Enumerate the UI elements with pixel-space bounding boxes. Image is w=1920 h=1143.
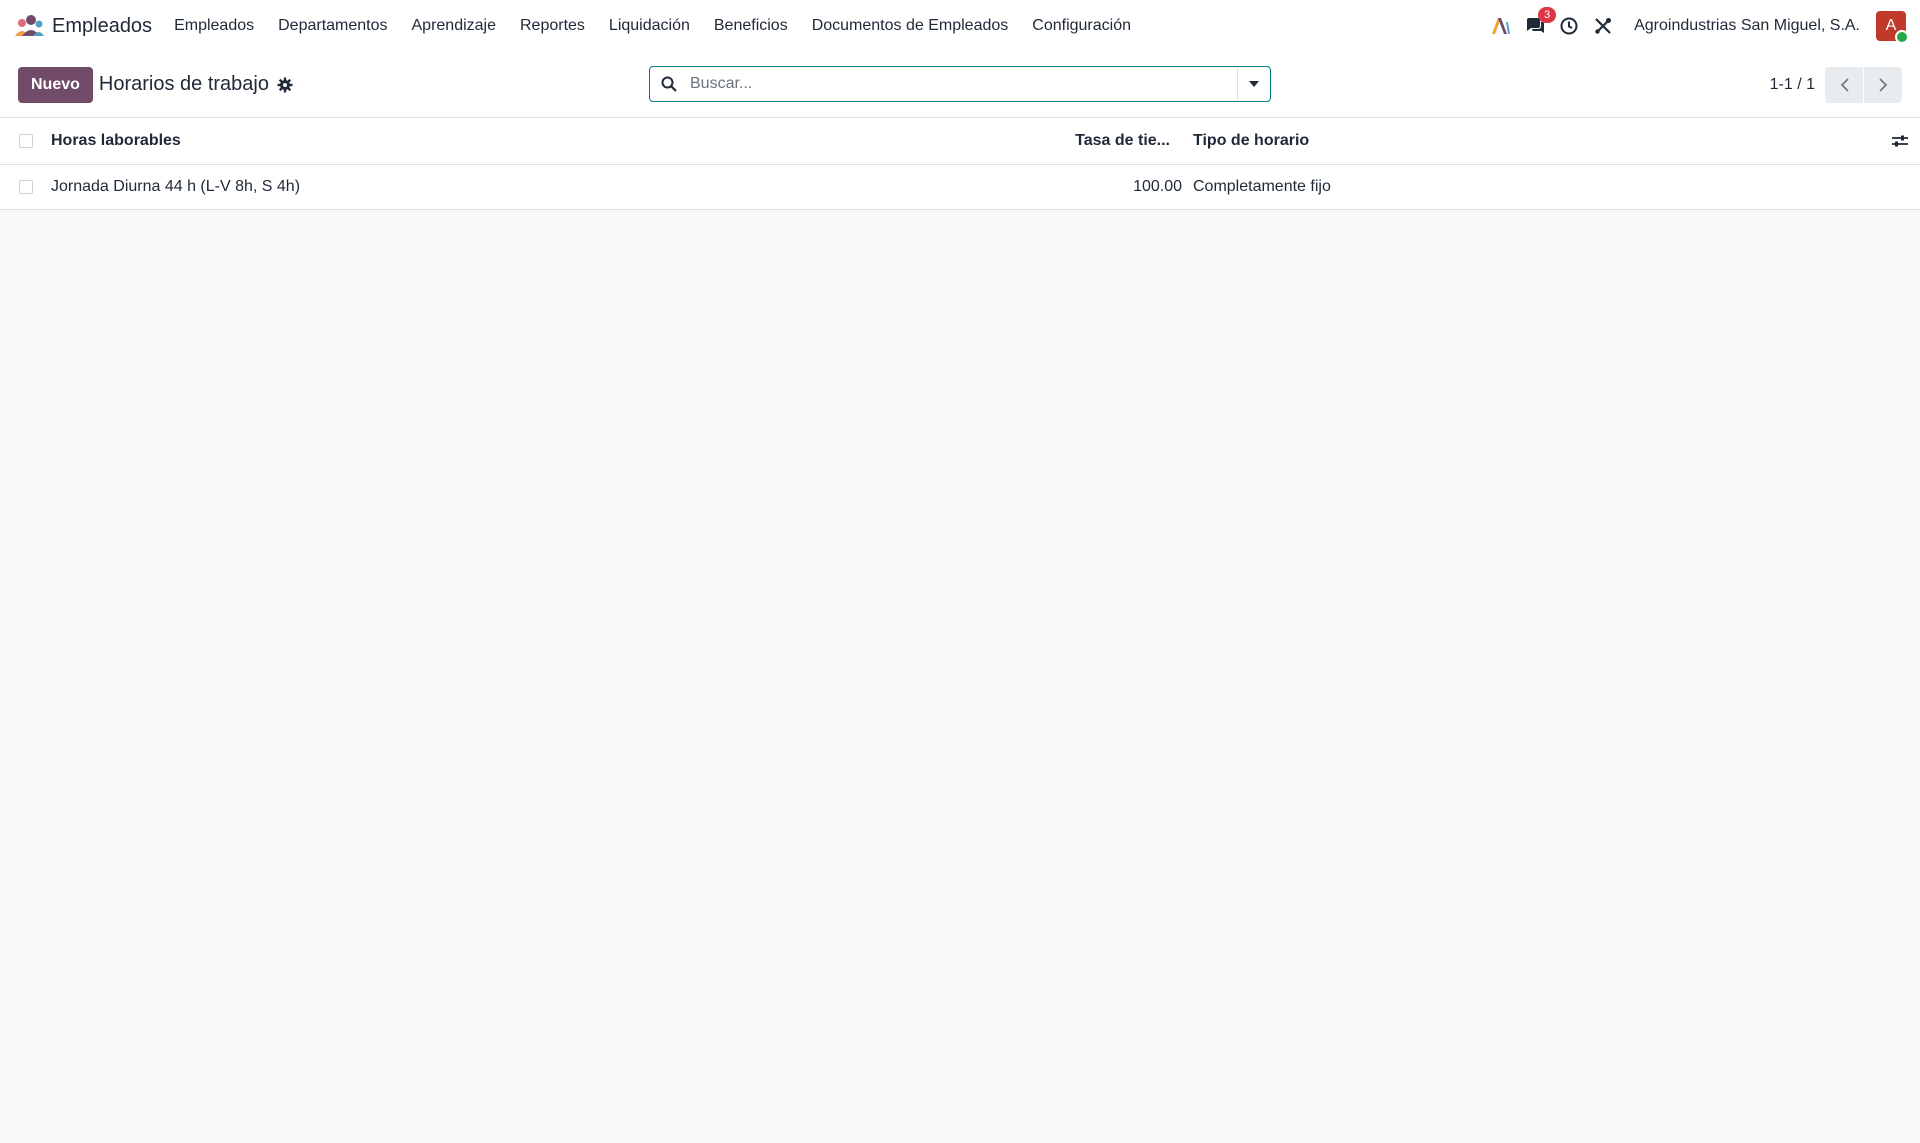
main-menu: Empleados Departamentos Aprendizaje Repo…: [162, 17, 1143, 35]
menu-item-configuracion[interactable]: Configuración: [1020, 17, 1143, 35]
top-navbar: Empleados Empleados Departamentos Aprend…: [0, 0, 1920, 52]
cell-horas-laborables: Jornada Diurna 44 h (L-V 8h, S 4h): [51, 178, 301, 195]
tools-icon[interactable]: [1592, 15, 1614, 37]
optional-columns-icon[interactable]: [1892, 134, 1908, 148]
chevron-right-icon: [1878, 78, 1887, 92]
page-title: Horarios de trabajo: [98, 73, 269, 95]
search-input[interactable]: [688, 66, 1237, 102]
pager: 1-1 / 1: [1770, 67, 1902, 103]
chat-icon[interactable]: 3: [1524, 7, 1557, 37]
search-box: [649, 66, 1271, 102]
search-icon: [650, 76, 688, 92]
menu-item-beneficios[interactable]: Beneficios: [702, 17, 800, 35]
ai-icon[interactable]: [1490, 15, 1512, 37]
online-status-dot: [1895, 30, 1909, 44]
systray: 3 Agroindustrias San Miguel, S.A. A: [1484, 7, 1909, 44]
clock-icon[interactable]: [1558, 15, 1580, 37]
table-row[interactable]: Jornada Diurna 44 h (L-V 8h, S 4h) 100.0…: [0, 165, 1920, 210]
column-header-tipo-horario[interactable]: Tipo de horario: [1193, 132, 1309, 150]
menu-item-liquidacion[interactable]: Liquidación: [597, 17, 702, 35]
app-name: Empleados: [52, 14, 153, 37]
chevron-left-icon: [1840, 78, 1849, 92]
cell-tasa: 100.00: [1133, 178, 1182, 195]
search-options-toggle[interactable]: [1237, 67, 1270, 101]
menu-item-aprendizaje[interactable]: Aprendizaje: [400, 17, 509, 35]
column-header-tasa[interactable]: Tasa de tie...: [1075, 132, 1170, 150]
avatar-initial: A: [1885, 17, 1897, 34]
caret-down-icon: [1249, 81, 1259, 87]
pager-previous-button[interactable]: [1825, 67, 1863, 103]
list-view-table: Horas laborables Tasa de tie... Tipo de …: [0, 118, 1920, 210]
menu-item-empleados[interactable]: Empleados: [162, 17, 266, 35]
employees-app-icon: [15, 15, 44, 36]
control-panel: Nuevo Horarios de trabajo Buscar... 1-1 …: [0, 52, 1920, 118]
column-header-horas-laborables[interactable]: Horas laborables: [51, 132, 181, 150]
breadcrumb: Horarios de trabajo: [99, 73, 293, 96]
cell-tipo-horario: Completamente fijo: [1193, 178, 1331, 195]
messages-count-badge: 3: [1538, 7, 1557, 23]
new-button[interactable]: Nuevo: [18, 66, 93, 103]
pager-value[interactable]: 1-1 / 1: [1770, 76, 1815, 94]
select-all-checkbox[interactable]: [19, 134, 33, 148]
menu-item-departamentos[interactable]: Departamentos: [266, 17, 399, 35]
table-header: Horas laborables Tasa de tie... Tipo de …: [0, 118, 1920, 165]
user-avatar[interactable]: A: [1876, 11, 1909, 44]
gear-icon[interactable]: [277, 77, 293, 93]
pager-next-button[interactable]: [1864, 67, 1902, 103]
company-switcher[interactable]: Agroindustrias San Miguel, S.A.: [1634, 17, 1860, 35]
menu-item-reportes[interactable]: Reportes: [508, 17, 597, 35]
app-brand[interactable]: Empleados: [14, 14, 152, 38]
row-checkbox[interactable]: [19, 180, 33, 194]
menu-item-documentos[interactable]: Documentos de Empleados: [800, 17, 1021, 35]
